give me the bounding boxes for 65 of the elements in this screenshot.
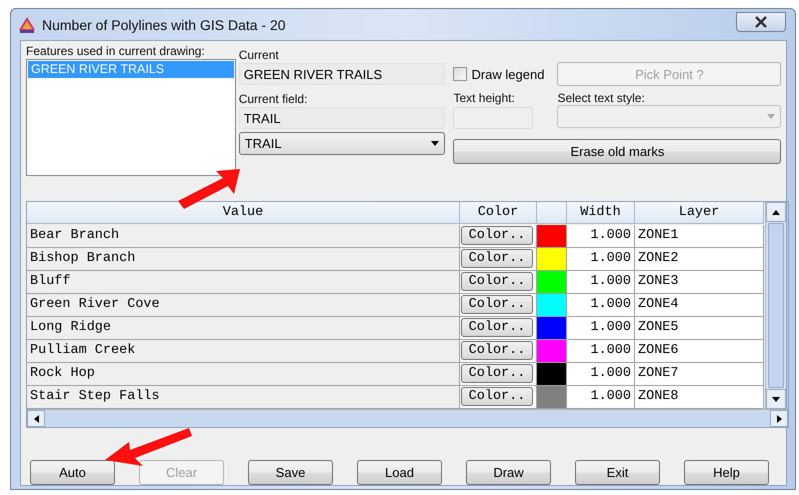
dialog-button[interactable]: Load: [357, 460, 442, 485]
table-cell: 1.000: [567, 363, 635, 386]
table-cell: Bishop Branch: [27, 248, 460, 271]
vertical-scrollbar[interactable]: [765, 202, 786, 409]
color-button[interactable]: Color..: [461, 364, 533, 383]
table-cell: 1.000: [567, 294, 635, 317]
table-cell: Bluff: [27, 271, 460, 294]
column-header: Layer: [635, 202, 764, 224]
header-cell: [537, 202, 567, 224]
color-button[interactable]: Color..: [461, 387, 533, 406]
field-label: Current field:: [238, 92, 308, 106]
table-cell: Long Ridge: [27, 317, 460, 340]
table-cell: Rock Hop: [27, 363, 460, 386]
table-cell: ZONE8: [635, 386, 764, 409]
caret-icon: [767, 114, 776, 119]
horizontal-scrollbar[interactable]: [27, 409, 788, 427]
column-header: Color: [460, 202, 537, 224]
dialog-button[interactable]: Help: [684, 460, 769, 485]
color-button[interactable]: Color..: [461, 341, 533, 360]
list-label: Features used in current drawing:: [26, 44, 206, 58]
table-cell: Stair Step Falls: [27, 386, 460, 409]
table-cell: Bear Branch: [27, 225, 460, 248]
field-dropdown[interactable]: TRAIL: [238, 132, 446, 155]
field-label: Select text style:: [557, 91, 646, 105]
table-cell: Green River Cove: [27, 294, 460, 317]
up-arrow-icon: [772, 210, 780, 214]
table-cell: ZONE4: [635, 294, 764, 317]
current-field-value: TRAIL: [238, 107, 446, 129]
color-button[interactable]: Color..: [461, 318, 533, 337]
column-header: Width: [567, 202, 635, 224]
table-cell: ZONE1: [635, 225, 764, 248]
table-cell: 1.000: [567, 225, 635, 248]
dialog-button[interactable]: Save: [248, 460, 333, 485]
current-field: GREEN RIVER TRAILS: [238, 63, 446, 85]
table-cell: 1.000: [567, 386, 635, 409]
table-cell: ZONE7: [635, 363, 764, 386]
close-icon: [754, 16, 768, 28]
table-cell: ZONE3: [635, 271, 764, 294]
caret-icon: [431, 141, 440, 146]
dialog-button[interactable]: Auto: [30, 460, 115, 485]
table-cell: 1.000: [567, 248, 635, 271]
dialog-button[interactable]: Draw: [466, 460, 551, 485]
field-label: Text height:: [453, 91, 516, 105]
table-cell: 1.000: [567, 317, 635, 340]
table-cell: 1.000: [567, 340, 635, 363]
table-cell: 1.000: [567, 271, 635, 294]
down-arrow-icon: [772, 396, 780, 402]
table-cell: ZONE6: [635, 340, 764, 363]
close-button[interactable]: [736, 12, 786, 32]
color-button[interactable]: Color..: [461, 295, 533, 314]
erase-marks-button[interactable]: Erase old marks: [453, 139, 782, 164]
field-label: Current: [238, 48, 280, 62]
app-icon: [18, 16, 36, 34]
color-button[interactable]: Color..: [461, 226, 533, 245]
column-header: Value: [27, 202, 460, 224]
right-arrow-icon: [776, 414, 782, 422]
window-title: Number of Polylines with GIS Data - 20: [42, 16, 286, 32]
table-cell: Pulliam Creek: [27, 340, 460, 363]
dialog-button[interactable]: Exit: [575, 460, 660, 485]
color-button[interactable]: Color..: [461, 272, 533, 291]
table-cell: ZONE2: [635, 248, 764, 271]
draw-legend-checkbox[interactable]: Draw legend: [453, 66, 548, 82]
table-cell: ZONE5: [635, 317, 764, 340]
left-arrow-icon: [34, 414, 38, 422]
color-button[interactable]: Color..: [461, 249, 533, 268]
